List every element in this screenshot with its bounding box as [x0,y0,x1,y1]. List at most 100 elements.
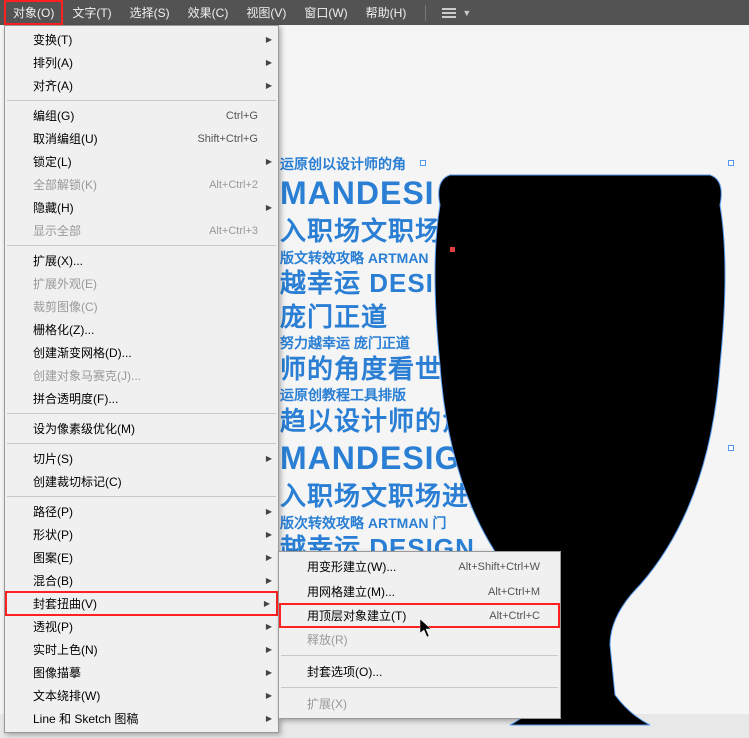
menu-item-label: 扩展外观(E) [33,275,97,292]
menu-item[interactable]: 用变形建立(W)... Alt+Shift+Ctrl+W [279,554,560,579]
handle-tr[interactable] [728,160,734,166]
submenu-arrow-icon: ▶ [266,81,272,90]
menu-item: 扩展外观(E) [5,272,278,295]
menu-item[interactable]: 栅格化(Z)... [5,318,278,341]
menu-item-label: 用顶层对象建立(T) [307,607,406,624]
menu-item-label: 封套选项(O)... [307,663,382,680]
menu-item-label: 透视(P) [33,618,73,635]
menu-item-label: 路径(P) [33,503,73,520]
submenu-arrow-icon: ▶ [266,645,272,654]
dropdown-arrow-icon[interactable]: ▼ [462,8,471,18]
handle-tl[interactable] [420,160,426,166]
menubar-divider [425,5,426,21]
menu-item[interactable]: 混合(B) ▶ [5,569,278,592]
menu-separator [7,443,276,444]
menu-item[interactable]: 用顶层对象建立(T) Alt+Ctrl+C [279,603,560,628]
menu-item-label: 排列(A) [33,54,73,71]
menu-item[interactable]: 文本绕排(W) ▶ [5,684,278,707]
menubar-item-选择S[interactable]: 选择(S) [121,0,179,25]
menu-item-shortcut: Alt+Shift+Ctrl+W [458,561,540,573]
menu-item: 创建对象马赛克(J)... [5,364,278,387]
menu-item: 扩展(X) [279,691,560,716]
menu-separator [281,687,558,688]
submenu-arrow-icon: ▶ [266,507,272,516]
menu-item[interactable]: 隐藏(H) ▶ [5,196,278,219]
menubar-item-窗口W[interactable]: 窗口(W) [295,0,356,25]
menu-item-label: 变换(T) [33,31,72,48]
submenu-arrow-icon: ▶ [266,622,272,631]
menu-item-label: 编组(G) [33,107,74,124]
menubar-item-帮助H[interactable]: 帮助(H) [357,0,416,25]
menu-item-label: 混合(B) [33,572,73,589]
menu-item[interactable]: 取消编组(U)Shift+Ctrl+G [5,127,278,150]
menu-item[interactable]: 实时上色(N)▶ [5,638,278,661]
menu-item[interactable]: 创建渐变网格(D)... [5,341,278,364]
menu-separator [7,245,276,246]
menu-item-label: 全部解锁(K) [33,176,97,193]
menu-item-shortcut: Alt+Ctrl+M [488,586,540,598]
menu-item[interactable]: Line 和 Sketch 图稿▶ [5,707,278,730]
menu-item-shortcut: Alt+Ctrl+3 [209,225,258,237]
menu-item-label: 对齐(A) [33,77,73,94]
menu-item[interactable]: 排列(A) ▶ [5,51,278,74]
submenu-arrow-icon: ▶ [266,203,272,212]
menu-item-shortcut: Ctrl+G [226,110,258,122]
menu-item[interactable]: 创建裁切标记(C) [5,470,278,493]
menu-item-label: 用变形建立(W)... [307,558,396,575]
menubar-item-效果C[interactable]: 效果(C) [179,0,238,25]
menu-item-label: 释放(R) [307,631,348,648]
menu-item[interactable]: 封套选项(O)... [279,659,560,684]
menu-item-label: 用网格建立(M)... [307,583,395,600]
menu-item[interactable]: 透视(P) ▶ [5,615,278,638]
menu-item[interactable]: 变换(T) ▶ [5,28,278,51]
menu-item[interactable]: 扩展(X)... [5,249,278,272]
menubar-item-文字T[interactable]: 文字(T) [63,0,120,25]
menu-item-label: 切片(S) [33,450,73,467]
menu-item-shortcut: Alt+Ctrl+C [489,610,540,622]
menu-item-label: 文本绕排(W) [33,687,100,704]
menubar-item-视图V[interactable]: 视图(V) [237,0,295,25]
submenu-arrow-icon: ▶ [266,668,272,677]
menu-item[interactable]: 图像描摹 ▶ [5,661,278,684]
menu-separator [7,496,276,497]
menu-item[interactable]: 拼合透明度(F)... [5,387,278,410]
submenu-arrow-icon: ▶ [266,576,272,585]
menu-item-label: 隐藏(H) [33,199,74,216]
menu-item-label: 设为像素级优化(M) [33,420,135,437]
menu-separator [281,655,558,656]
menu-item[interactable]: 用网格建立(M)... Alt+Ctrl+M [279,579,560,604]
menu-item[interactable]: 封套扭曲(V)▶ [5,591,278,616]
menu-item: 释放(R) [279,627,560,652]
submenu-arrow-icon: ▶ [266,58,272,67]
red-anchor [450,247,455,252]
menu-item-label: 创建渐变网格(D)... [33,344,132,361]
menu-item-label: 裁剪图像(C) [33,298,98,315]
menu-item[interactable]: 设为像素级优化(M) [5,417,278,440]
submenu-arrow-icon: ▶ [266,530,272,539]
submenu-arrow-icon: ▶ [264,599,270,608]
menu-item[interactable]: 形状(P)▶ [5,523,278,546]
menu-item-label: 扩展(X)... [33,252,83,269]
menu-item[interactable]: 图案(E)▶ [5,546,278,569]
object-menu-dropdown: 变换(T) ▶ 排列(A) ▶ 对齐(A) ▶ 编组(G) Ctrl+G 取消编组(U)Shif… [4,25,279,733]
menu-item-label: 图案(E) [33,549,73,566]
menu-item[interactable]: 切片(S) ▶ [5,447,278,470]
menu-item-shortcut: Alt+Ctrl+2 [209,179,258,191]
menu-item[interactable]: 路径(P) ▶ [5,500,278,523]
handle-mr[interactable] [728,445,734,451]
submenu-arrow-icon: ▶ [266,454,272,463]
submenu-arrow-icon: ▶ [266,35,272,44]
menu-item-label: 图像描摹 [33,664,81,681]
menu-item[interactable]: 对齐(A) ▶ [5,74,278,97]
menubar-item-对象O[interactable]: 对象(O) [4,0,63,25]
menu-item[interactable]: 编组(G) Ctrl+G [5,104,278,127]
hamburger-icon[interactable] [442,8,456,18]
menu-item-label: 取消编组(U) [33,130,98,147]
menu-item-label: 锁定(L) [33,153,72,170]
menu-separator [7,100,276,101]
menu-item-label: 拼合透明度(F)... [33,390,118,407]
submenu-arrow-icon: ▶ [266,691,272,700]
menu-item-label: 栅格化(Z)... [33,321,94,338]
menu-item: 裁剪图像(C) [5,295,278,318]
menu-item[interactable]: 锁定(L)▶ [5,150,278,173]
